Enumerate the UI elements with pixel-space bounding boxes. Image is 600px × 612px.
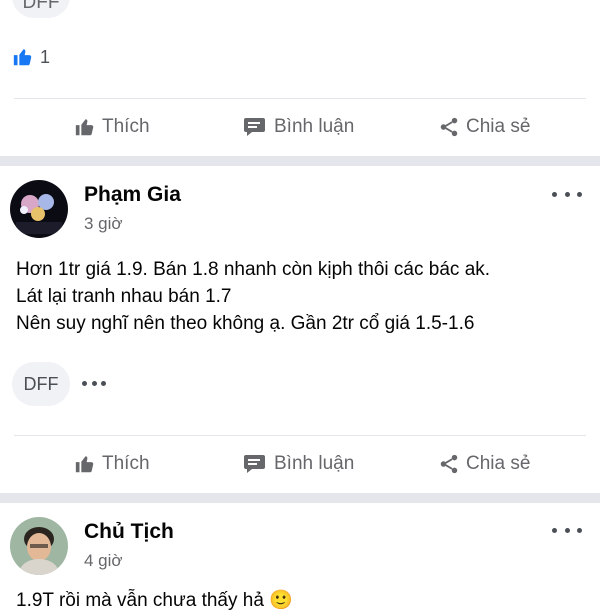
dot (82, 380, 87, 386)
comment-label: Bình luận (274, 453, 355, 474)
post-header: Phạm Gia 3 giờ (0, 176, 600, 240)
reaction-summary[interactable]: 1 (12, 44, 50, 70)
avatar-image (10, 517, 68, 575)
post-text-partial: 1.9T rồi mà vẫn chưa thấy hả 🙂 (16, 590, 293, 611)
comment-label: Bình luận (274, 116, 355, 137)
more-options-button[interactable] (552, 522, 582, 538)
author-name[interactable]: Phạm Gia (84, 183, 181, 207)
previous-post-tag-label: DFF (22, 0, 60, 13)
avatar[interactable] (10, 517, 68, 575)
divider (14, 98, 586, 99)
share-label: Chia sẻ (466, 116, 531, 137)
share-button[interactable]: Chia sẻ (438, 116, 530, 138)
avatar[interactable] (10, 180, 68, 238)
post-header: Chủ Tịch 4 giờ (0, 514, 600, 578)
group-tag-label: DFF (23, 373, 59, 394)
reaction-count: 1 (40, 46, 51, 67)
comment-button[interactable]: Bình luận (244, 116, 354, 138)
dot (552, 191, 557, 197)
post-line: Hơn 1tr giá 1.9. Bán 1.8 nhanh còn kịph … (16, 259, 491, 280)
dot (101, 380, 106, 386)
dot (91, 380, 97, 386)
like-button[interactable]: Thích (74, 116, 150, 138)
post-time[interactable]: 3 giờ (84, 214, 123, 234)
thumbs-up-icon (12, 46, 34, 68)
author-name[interactable]: Chủ Tịch (84, 520, 174, 544)
comment-icon (244, 455, 265, 473)
post-line: Lát lại tranh nhau bán 1.7 (16, 286, 232, 307)
divider (14, 435, 586, 436)
dot (564, 191, 570, 197)
thumbs-up-icon (75, 456, 94, 473)
share-icon (440, 454, 458, 474)
post-line: Nên suy nghĩ nên theo không ạ. Gần 2tr c… (16, 313, 475, 334)
post-separator (0, 156, 600, 166)
tag-more-button[interactable] (82, 378, 106, 388)
dot (577, 191, 582, 197)
action-bar: Thích Bình luận Chia sẻ (0, 444, 600, 484)
share-button[interactable]: Chia sẻ (438, 453, 530, 475)
thumbs-up-icon (75, 119, 94, 136)
dot (552, 527, 557, 533)
post-separator (0, 493, 600, 503)
like-label: Thích (102, 453, 150, 474)
like-button[interactable]: Thích (74, 453, 150, 475)
previous-post-tag[interactable]: DFF (12, 0, 70, 18)
action-bar: Thích Bình luận Chia sẻ (0, 107, 600, 147)
share-label: Chia sẻ (466, 453, 531, 474)
group-tag-button[interactable]: DFF (12, 362, 70, 406)
comment-button[interactable]: Bình luận (244, 453, 354, 475)
post-time[interactable]: 4 giờ (84, 551, 123, 571)
post-text: Hơn 1tr giá 1.9. Bán 1.8 nhanh còn kịph … (16, 256, 584, 337)
dot (564, 527, 570, 533)
like-label: Thích (102, 116, 150, 137)
dot (577, 527, 582, 533)
comment-icon (244, 118, 265, 136)
avatar-image (10, 180, 68, 238)
share-icon (440, 117, 458, 137)
more-options-button[interactable] (552, 186, 582, 202)
